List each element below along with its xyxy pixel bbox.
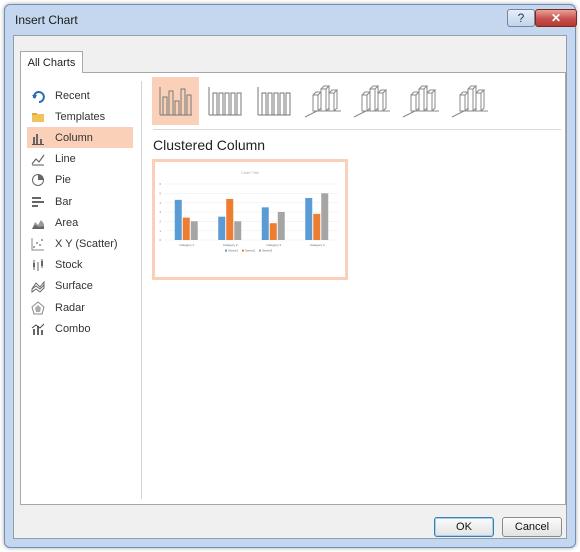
chart-type-stock[interactable]: Stock xyxy=(27,255,133,276)
radar-chart-icon xyxy=(31,300,45,315)
chart-type-label: Area xyxy=(55,216,79,229)
x-tick-label: Category 1 xyxy=(179,243,194,247)
chart-type-bar[interactable]: Bar xyxy=(27,191,133,212)
chart-type-label: Recent xyxy=(55,89,90,102)
legend-label: Series1 xyxy=(228,249,239,253)
chart-type-label: X Y (Scatter) xyxy=(55,237,118,250)
y-tick-label: 2 xyxy=(159,220,161,224)
legend-label: Series3 xyxy=(262,249,273,253)
title-bar: Insert Chart ? ✕ xyxy=(5,5,577,35)
folder-icon xyxy=(31,110,45,124)
legend-swatch xyxy=(242,249,244,252)
y-tick-label: 6 xyxy=(159,182,161,186)
dialog-body: All Charts Recent Templates Column Line Pie B… xyxy=(13,35,567,539)
column-chart-icon xyxy=(31,131,45,145)
3d-100-stacked-column-icon[interactable] xyxy=(397,77,444,125)
chart-type-label: Pie xyxy=(55,174,71,187)
y-tick-label: 5 xyxy=(159,192,161,196)
clustered-column-icon[interactable] xyxy=(152,77,199,125)
chart-type-label: Column xyxy=(55,131,93,144)
pie-chart-icon xyxy=(31,173,45,187)
bar-series1-1 xyxy=(174,199,182,240)
line-chart-icon xyxy=(31,152,45,166)
chart-type-templates[interactable]: Templates xyxy=(27,106,133,127)
bar-series1-2 xyxy=(218,216,226,240)
legend-label: Series2 xyxy=(245,249,256,253)
tab-all-charts[interactable]: All Charts xyxy=(20,51,83,73)
chart-type-surface[interactable]: Surface xyxy=(27,276,133,297)
chart-type-label: Templates xyxy=(55,110,106,123)
recent-icon xyxy=(31,89,45,103)
cancel-button[interactable]: Cancel xyxy=(502,517,562,537)
bar-series2-2 xyxy=(226,198,234,240)
subtype-heading: Clustered Column xyxy=(153,137,266,153)
y-tick-label: 3 xyxy=(159,210,161,214)
y-tick-label: 1 xyxy=(159,229,161,233)
chart-type-combo[interactable]: Combo xyxy=(27,318,133,339)
area-chart-icon xyxy=(31,216,45,230)
chart-type-column[interactable]: Column xyxy=(27,127,133,149)
dialog-title: Insert Chart xyxy=(15,13,78,27)
bar-series2-1 xyxy=(182,217,190,240)
legend-swatch xyxy=(225,249,227,252)
x-tick-label: Category 3 xyxy=(266,243,281,247)
divider xyxy=(141,81,142,499)
y-tick-label: 0 xyxy=(159,238,161,242)
subtype-separator xyxy=(153,129,561,130)
chart-type-pie[interactable]: Pie xyxy=(27,170,133,191)
chart-type-area[interactable]: Area xyxy=(27,212,133,233)
3d-clustered-column-icon[interactable] xyxy=(299,77,346,125)
chart-type-label: Combo xyxy=(55,322,91,335)
scatter-chart-icon xyxy=(31,237,45,251)
combo-chart-icon xyxy=(31,322,45,336)
bar-series1-3 xyxy=(261,207,269,240)
bar-series3-3 xyxy=(277,212,285,240)
legend-swatch xyxy=(259,249,261,252)
stacked-column-icon[interactable] xyxy=(201,77,248,125)
chart-type-label: Radar xyxy=(55,301,85,314)
bar-chart-icon xyxy=(31,195,45,209)
chart-type-recent[interactable]: Recent xyxy=(27,85,133,106)
3d-column-icon[interactable] xyxy=(446,77,493,125)
tab-panel: Recent Templates Column Line Pie Bar Area X Y (… xyxy=(20,72,566,505)
chart-preview[interactable]: Chart Title 0 1 2 3 4 5 6 Category 1 Category 2 Ca… xyxy=(152,159,348,280)
x-tick-label: Category 4 xyxy=(310,243,325,247)
100-stacked-column-icon[interactable] xyxy=(250,77,297,125)
close-button[interactable]: ✕ xyxy=(535,9,577,27)
chart-type-label: Line xyxy=(55,153,76,166)
x-tick-label: Category 2 xyxy=(223,243,238,247)
insert-chart-dialog: Insert Chart ? ✕ All Charts Recent Templa… xyxy=(4,4,577,548)
ok-button[interactable]: OK xyxy=(434,517,494,537)
stock-chart-icon xyxy=(31,258,45,272)
chart-type-label: Bar xyxy=(55,195,73,208)
help-button[interactable]: ? xyxy=(507,9,535,27)
chart-title: Chart Title xyxy=(241,170,260,175)
bar-series3-4 xyxy=(321,193,329,240)
chart-type-x-y-scatter[interactable]: X Y (Scatter) xyxy=(27,233,133,254)
bar-series1-4 xyxy=(305,198,313,240)
chart-type-label: Surface xyxy=(55,280,93,293)
bar-series3-1 xyxy=(190,221,198,240)
3d-stacked-column-icon[interactable] xyxy=(348,77,395,125)
bar-series2-4 xyxy=(313,213,321,240)
chart-preview-svg: Chart Title 0 1 2 3 4 5 6 Category 1 Category 2 Ca… xyxy=(159,170,339,253)
chart-type-line[interactable]: Line xyxy=(27,149,133,170)
bar-series3-2 xyxy=(234,221,242,240)
y-tick-label: 4 xyxy=(159,201,161,205)
chart-type-label: Stock xyxy=(55,259,83,272)
surface-chart-icon xyxy=(31,279,45,294)
bar-series2-3 xyxy=(269,223,277,240)
chart-type-radar[interactable]: Radar xyxy=(27,297,133,318)
